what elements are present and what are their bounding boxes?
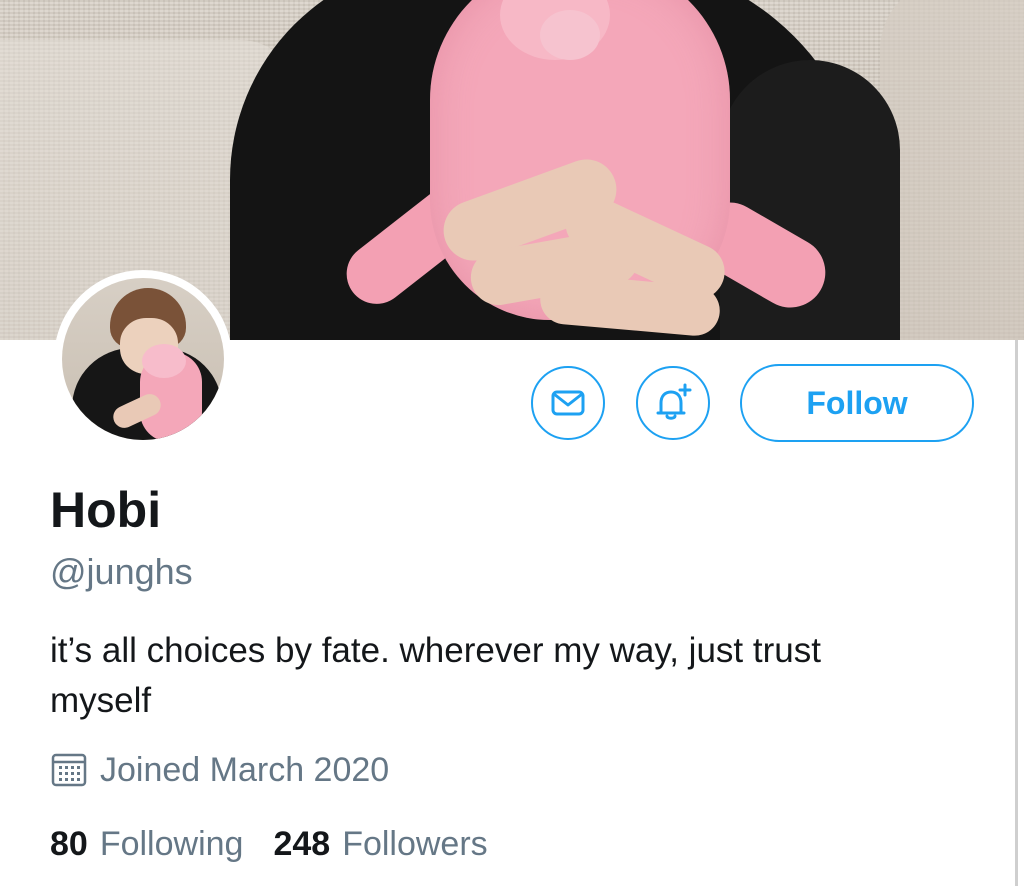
follow-button[interactable]: Follow (740, 364, 974, 442)
envelope-icon (551, 390, 585, 416)
followers-count: 248 (273, 825, 331, 863)
bell-plus-icon (656, 383, 692, 420)
following-label: Following (99, 825, 244, 863)
avatar-plush-head (142, 344, 186, 378)
profile-bio: it’s all choices by fate. wherever my wa… (50, 631, 821, 720)
banner-cushion (880, 0, 1024, 340)
scroll-edge (1015, 340, 1018, 886)
following-link[interactable]: 80 Following (50, 822, 243, 866)
joined-date-row: Joined March 2020 (50, 748, 389, 792)
message-button[interactable] (531, 366, 605, 440)
follow-stats: 80 Following 248 Followers (50, 822, 488, 866)
notifications-button[interactable] (636, 366, 710, 440)
user-handle: @junghs (50, 551, 193, 592)
followers-label: Followers (342, 825, 488, 863)
banner-plush-nose (540, 10, 600, 60)
avatar-photo (62, 278, 224, 440)
calendar-icon (51, 753, 87, 787)
followers-link[interactable]: 248 Followers (273, 822, 487, 866)
following-count: 80 (50, 825, 88, 863)
profile-avatar[interactable] (54, 270, 232, 448)
display-name: Hobi (50, 482, 162, 538)
joined-date: Joined March 2020 (100, 750, 390, 789)
